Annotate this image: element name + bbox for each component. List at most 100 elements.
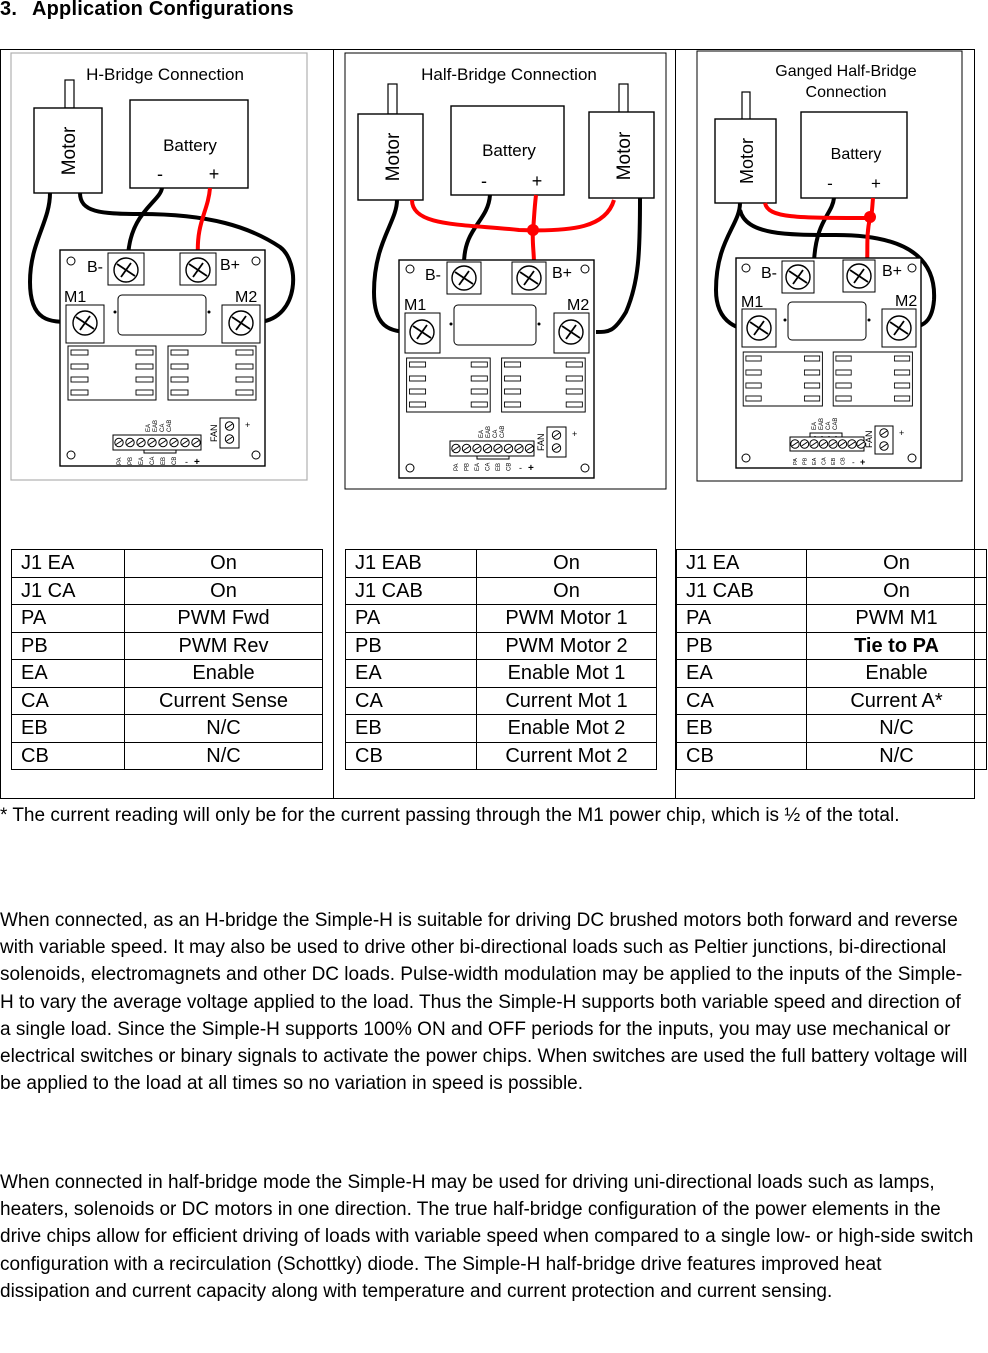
- svg-text:+: +: [528, 463, 534, 474]
- svg-text:CA: CA: [150, 457, 156, 465]
- half-bridge-diagram: Half-Bridge Connection Motor Motor Batte…: [344, 52, 669, 492]
- svg-text:EA: EA: [475, 463, 481, 471]
- ganged-half-bridge-diagram: Ganged Half-Bridge Connection Motor Batt…: [696, 50, 966, 485]
- pin-setting: Enable: [124, 659, 323, 688]
- svg-text:-: -: [852, 458, 855, 467]
- pin-setting: On: [476, 576, 657, 605]
- svg-text:+: +: [532, 171, 543, 191]
- pin-setting: On: [124, 549, 323, 578]
- pin-name: EB: [676, 714, 807, 743]
- svg-text:PA: PA: [454, 463, 460, 471]
- svg-text:+: +: [209, 164, 220, 184]
- svg-text:EAB: EAB: [819, 418, 825, 430]
- svg-text:-: -: [481, 171, 487, 191]
- junction-dot: [527, 224, 539, 236]
- table-row: CA Current Mot 1: [345, 686, 657, 715]
- svg-text:+: +: [860, 457, 865, 467]
- h-bridge-config-table: J1 EA On J1 CA On PA PWM Fwd PB PWM Rev EA Enable…: [11, 549, 323, 770]
- pin-setting: PWM M1: [806, 604, 987, 633]
- pin-name: EA: [676, 659, 807, 688]
- table-row: PA PWM Motor 1: [345, 604, 657, 633]
- column-divider: [333, 49, 334, 799]
- svg-text:CA: CA: [822, 457, 828, 465]
- svg-text:CAB: CAB: [167, 420, 173, 432]
- svg-text:CB: CB: [507, 463, 513, 471]
- h-bridge-description: When connected, as an H-bridge the Simpl…: [0, 910, 968, 1095]
- svg-text:B-: B-: [761, 265, 777, 282]
- table-row: CB N/C: [676, 741, 987, 770]
- pin-setting: Current Sense: [124, 686, 323, 715]
- svg-text:Motor: Motor: [383, 132, 404, 181]
- section-title: Application Configurations: [32, 0, 294, 20]
- pin-setting: N/C: [124, 714, 323, 743]
- svg-text:PA: PA: [117, 457, 123, 465]
- svg-text:EAB: EAB: [486, 426, 492, 438]
- svg-text:EA: EA: [812, 457, 818, 465]
- footnote: * The current reading will only be for t…: [0, 805, 900, 826]
- svg-text:CA: CA: [160, 424, 166, 432]
- svg-text:EB: EB: [496, 463, 502, 471]
- svg-text:M1: M1: [64, 289, 86, 306]
- pin-name: CB: [11, 741, 125, 770]
- svg-text:CA: CA: [826, 422, 832, 430]
- battery-icon: Battery - +: [800, 111, 908, 199]
- table-row: J1 CA On: [11, 576, 323, 605]
- svg-text:B+: B+: [552, 265, 572, 282]
- pin-setting: Enable Mot 1: [476, 659, 657, 688]
- table-row: PA PWM M1: [676, 604, 987, 633]
- pin-setting: PWM Motor 1: [476, 604, 657, 633]
- svg-text:-: -: [827, 174, 833, 193]
- pin-setting: On: [806, 549, 987, 578]
- table-row: EB N/C: [676, 714, 987, 743]
- svg-text:Motor: Motor: [59, 126, 80, 175]
- section-number: 3.: [0, 0, 18, 20]
- svg-text:EA: EA: [139, 457, 145, 465]
- svg-text:Motor: Motor: [737, 138, 757, 184]
- diagram-title: Half-Bridge Connection: [421, 65, 597, 84]
- table-row: PA PWM Fwd: [11, 604, 323, 633]
- battery-icon: Battery - +: [129, 99, 249, 189]
- svg-text:-: -: [157, 164, 163, 184]
- svg-text:FAN: FAN: [536, 433, 546, 451]
- table-row: EB N/C: [11, 714, 323, 743]
- pin-name: J1 CA: [11, 576, 125, 605]
- svg-text:M2: M2: [895, 293, 917, 310]
- svg-text:Battery: Battery: [163, 136, 217, 155]
- pin-setting: N/C: [124, 741, 323, 770]
- pin-setting: N/C: [806, 714, 987, 743]
- table-row: EB Enable Mot 2: [345, 714, 657, 743]
- pin-name: EB: [11, 714, 125, 743]
- table-row: CB Current Mot 2: [345, 741, 657, 770]
- junction-dot: [864, 211, 876, 223]
- table-row: CA Current A*: [676, 686, 987, 715]
- svg-text:CA: CA: [486, 463, 492, 471]
- table-row: EA Enable Mot 1: [345, 659, 657, 688]
- pin-name: EB: [345, 714, 477, 743]
- svg-text:PB: PB: [128, 457, 134, 465]
- svg-text:+: +: [899, 428, 904, 438]
- half-bridge-config-table: J1 EAB On J1 CAB On PA PWM Motor 1 PB PWM Motor…: [345, 549, 657, 770]
- svg-text:EB: EB: [161, 457, 167, 465]
- svg-text:CB: CB: [172, 457, 178, 465]
- svg-text:CA: CA: [493, 430, 499, 438]
- pin-name: J1 EA: [676, 549, 807, 578]
- svg-text:CAB: CAB: [500, 426, 506, 438]
- pin-name: CA: [11, 686, 125, 715]
- pin-name: CB: [676, 741, 807, 770]
- pin-setting: On: [124, 576, 323, 605]
- svg-text:CAB: CAB: [833, 418, 839, 430]
- svg-text:M2: M2: [235, 289, 257, 306]
- svg-text:EA: EA: [812, 422, 818, 430]
- svg-text:-: -: [185, 457, 188, 467]
- pin-name: PB: [11, 631, 125, 660]
- svg-text:M1: M1: [404, 297, 426, 314]
- table-row: J1 EA On: [11, 549, 323, 578]
- svg-text:+: +: [245, 420, 250, 430]
- pin-setting: Tie to PA: [806, 631, 987, 660]
- pin-setting: On: [806, 576, 987, 605]
- pin-setting: Enable: [806, 659, 987, 688]
- svg-text:EA: EA: [479, 430, 485, 438]
- svg-text:+: +: [194, 457, 200, 468]
- pin-setting: Enable Mot 2: [476, 714, 657, 743]
- svg-text:FAN: FAN: [209, 424, 219, 442]
